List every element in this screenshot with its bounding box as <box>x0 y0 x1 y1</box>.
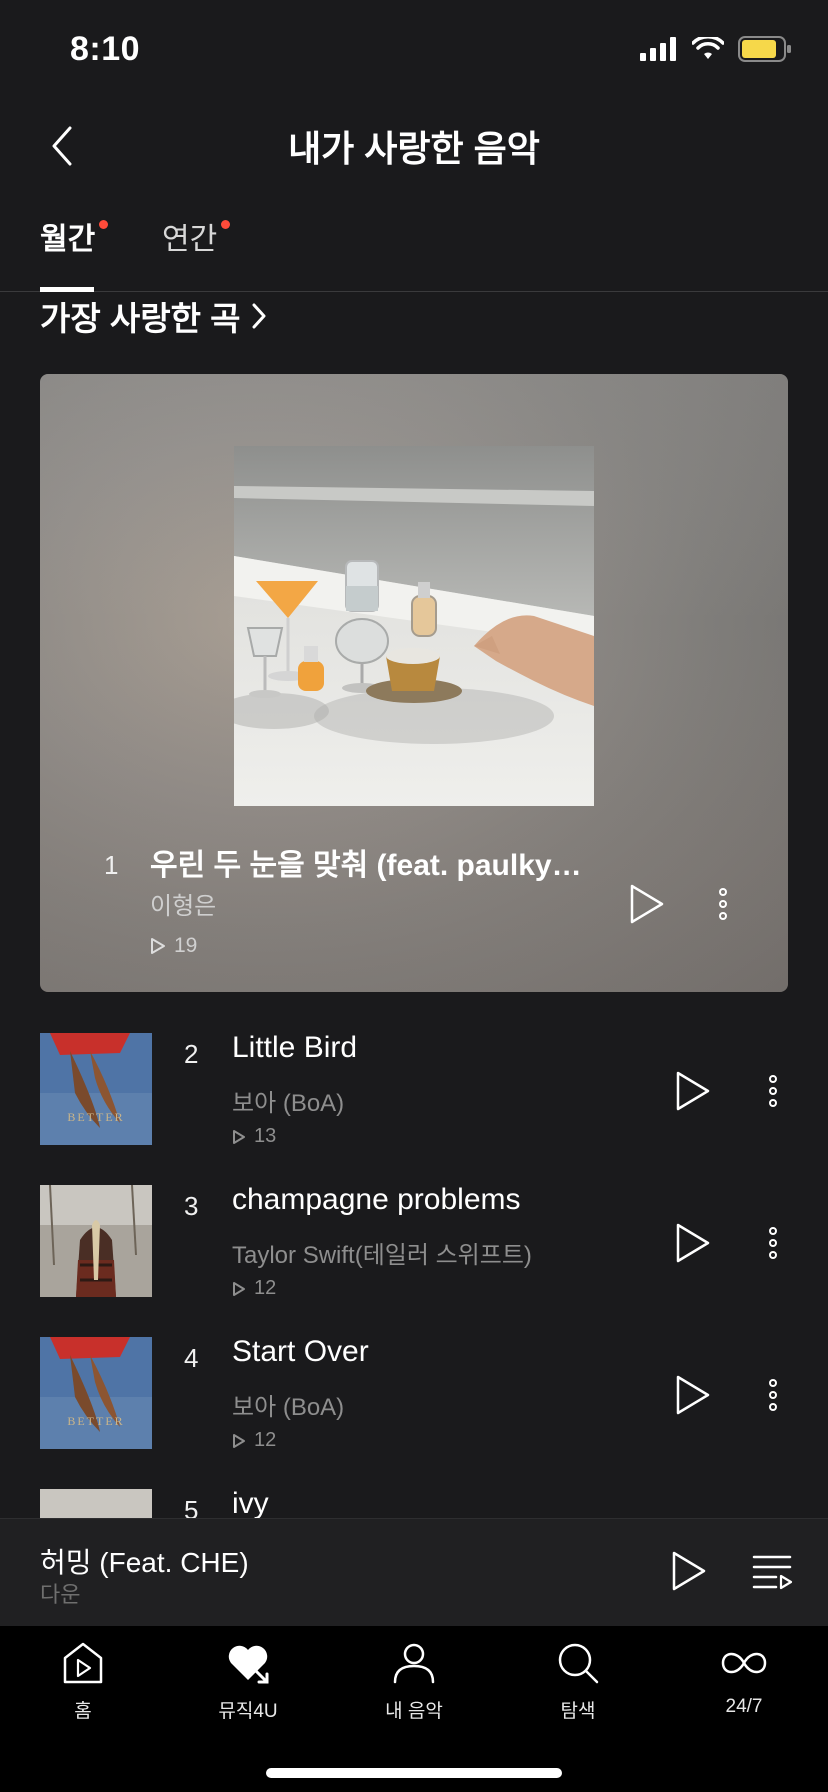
nav-header: 내가 사랑한 음악 <box>0 100 828 190</box>
track-title: ivy <box>232 1487 269 1520</box>
new-dot-indicator <box>221 220 231 229</box>
wifi-icon <box>692 37 724 59</box>
mini-player[interactable]: 허밍 (Feat. CHE) 다운 <box>0 1518 828 1626</box>
home-play-icon <box>63 1642 103 1684</box>
chevron-right-icon <box>252 303 265 329</box>
heart-arrow-icon <box>228 1645 269 1684</box>
track-title: Start Over <box>232 1335 369 1368</box>
search-icon <box>558 1643 599 1684</box>
track-row[interactable]: 3 champagne problems Taylor Swift(테일러 스위… <box>0 1183 828 1300</box>
play-count-icon <box>233 1281 245 1296</box>
tabbar-my-music[interactable]: 내 음악 <box>349 1640 479 1740</box>
track-rank: 4 <box>184 1343 199 1373</box>
status-bar: 8:10 <box>0 0 828 100</box>
tab-monthly[interactable]: 월간 <box>40 214 109 258</box>
track-title: champagne problems <box>232 1183 521 1216</box>
tabbar-search[interactable]: 탐색 <box>513 1640 643 1740</box>
tab-yearly[interactable]: 연간 <box>162 214 231 258</box>
play-count-value: 12 <box>254 1429 277 1451</box>
tab-monthly-label: 월간 <box>40 223 96 256</box>
play-count: 19 <box>150 934 197 958</box>
tab-yearly-label: 연간 <box>162 223 218 256</box>
status-icons <box>640 36 792 62</box>
play-count: 12 <box>232 1429 276 1452</box>
playlist-queue-icon <box>752 1555 793 1590</box>
person-icon <box>393 1643 435 1684</box>
infinity-loop-icon <box>721 1652 767 1674</box>
period-tabs: 월간 연간 <box>0 210 828 292</box>
tabbar-label: 24/7 <box>725 1696 763 1717</box>
tabbar-label: 내 음악 <box>385 1701 443 1722</box>
track-row[interactable]: BETTER 4 Start Over 보아 (BoA) 12 <box>0 1335 828 1452</box>
more-button[interactable] <box>758 1373 788 1417</box>
page-title: 내가 사랑한 음악 <box>288 128 540 169</box>
mini-play-button[interactable] <box>664 1547 712 1595</box>
play-count-icon <box>233 1129 245 1144</box>
tabbar-24-7[interactable]: 24/7 <box>679 1640 809 1740</box>
more-vertical-icon <box>719 888 727 920</box>
more-vertical-icon <box>769 1379 777 1411</box>
play-count: 13 <box>232 1125 276 1148</box>
play-count-icon <box>151 938 165 954</box>
now-playing-artist: 다운 <box>40 1582 81 1607</box>
play-icon <box>676 1375 710 1415</box>
play-icon <box>676 1223 710 1263</box>
play-icon <box>672 1551 706 1591</box>
signal-icon <box>640 37 676 61</box>
play-button[interactable] <box>624 882 668 926</box>
album-thumbnail[interactable] <box>40 1185 152 1297</box>
play-button[interactable] <box>670 1221 714 1265</box>
album-thumbnail[interactable]: BETTER <box>40 1337 152 1449</box>
tabbar-home[interactable]: 홈 <box>18 1640 148 1740</box>
play-count-value: 19 <box>174 934 198 957</box>
track-rank: 1 <box>104 850 119 880</box>
play-button[interactable] <box>670 1069 714 1113</box>
play-count-icon <box>233 1433 245 1448</box>
album-art[interactable] <box>234 446 594 806</box>
section-most-loved-link[interactable]: 가장 사랑한 곡 <box>40 292 267 340</box>
more-vertical-icon <box>769 1075 777 1107</box>
new-dot-indicator <box>99 220 109 229</box>
tabbar-music4u[interactable]: 뮤직4U <box>183 1640 313 1740</box>
play-icon <box>630 884 664 924</box>
track-title: 우린 두 눈을 맞춰 (feat. paulky… <box>150 849 582 882</box>
play-count-value: 12 <box>254 1277 277 1299</box>
section-title: 가장 사랑한 곡 <box>40 300 241 337</box>
play-count: 12 <box>232 1277 276 1300</box>
album-thumbnail[interactable]: BETTER <box>40 1033 152 1145</box>
track-row[interactable]: BETTER 2 Little Bird 보아 (BoA) 13 <box>0 1031 828 1148</box>
more-button[interactable] <box>758 1221 788 1265</box>
track-artist: 보아 (BoA) <box>232 1394 345 1421</box>
play-button[interactable] <box>670 1373 714 1417</box>
track-artist: 보아 (BoA) <box>232 1090 345 1117</box>
more-button[interactable] <box>708 882 738 926</box>
track-title: Little Bird <box>232 1031 358 1064</box>
tabbar-label: 탐색 <box>560 1701 596 1722</box>
home-indicator <box>266 1768 562 1778</box>
play-icon <box>676 1071 710 1111</box>
svg-text:BETTER: BETTER <box>67 1110 124 1124</box>
track-artist: 이형은 <box>150 893 217 920</box>
play-count-value: 13 <box>254 1125 277 1147</box>
track-rank: 3 <box>184 1191 199 1221</box>
top-track-card[interactable]: 1 우린 두 눈을 맞춰 (feat. paulky… 이형은 19 <box>40 374 788 992</box>
tabbar-label: 뮤직4U <box>218 1701 278 1722</box>
status-time: 8:10 <box>70 30 141 68</box>
playlist-button[interactable] <box>750 1549 794 1593</box>
tabbar-label: 홈 <box>74 1701 92 1722</box>
more-vertical-icon <box>769 1227 777 1259</box>
track-artist: Taylor Swift(테일러 스위프트) <box>232 1242 532 1269</box>
now-playing-title: 허밍 (Feat. CHE) <box>40 1547 249 1578</box>
battery-icon <box>738 36 791 62</box>
more-button[interactable] <box>758 1069 788 1113</box>
track-rank: 2 <box>184 1039 199 1069</box>
svg-text:BETTER: BETTER <box>67 1414 124 1428</box>
